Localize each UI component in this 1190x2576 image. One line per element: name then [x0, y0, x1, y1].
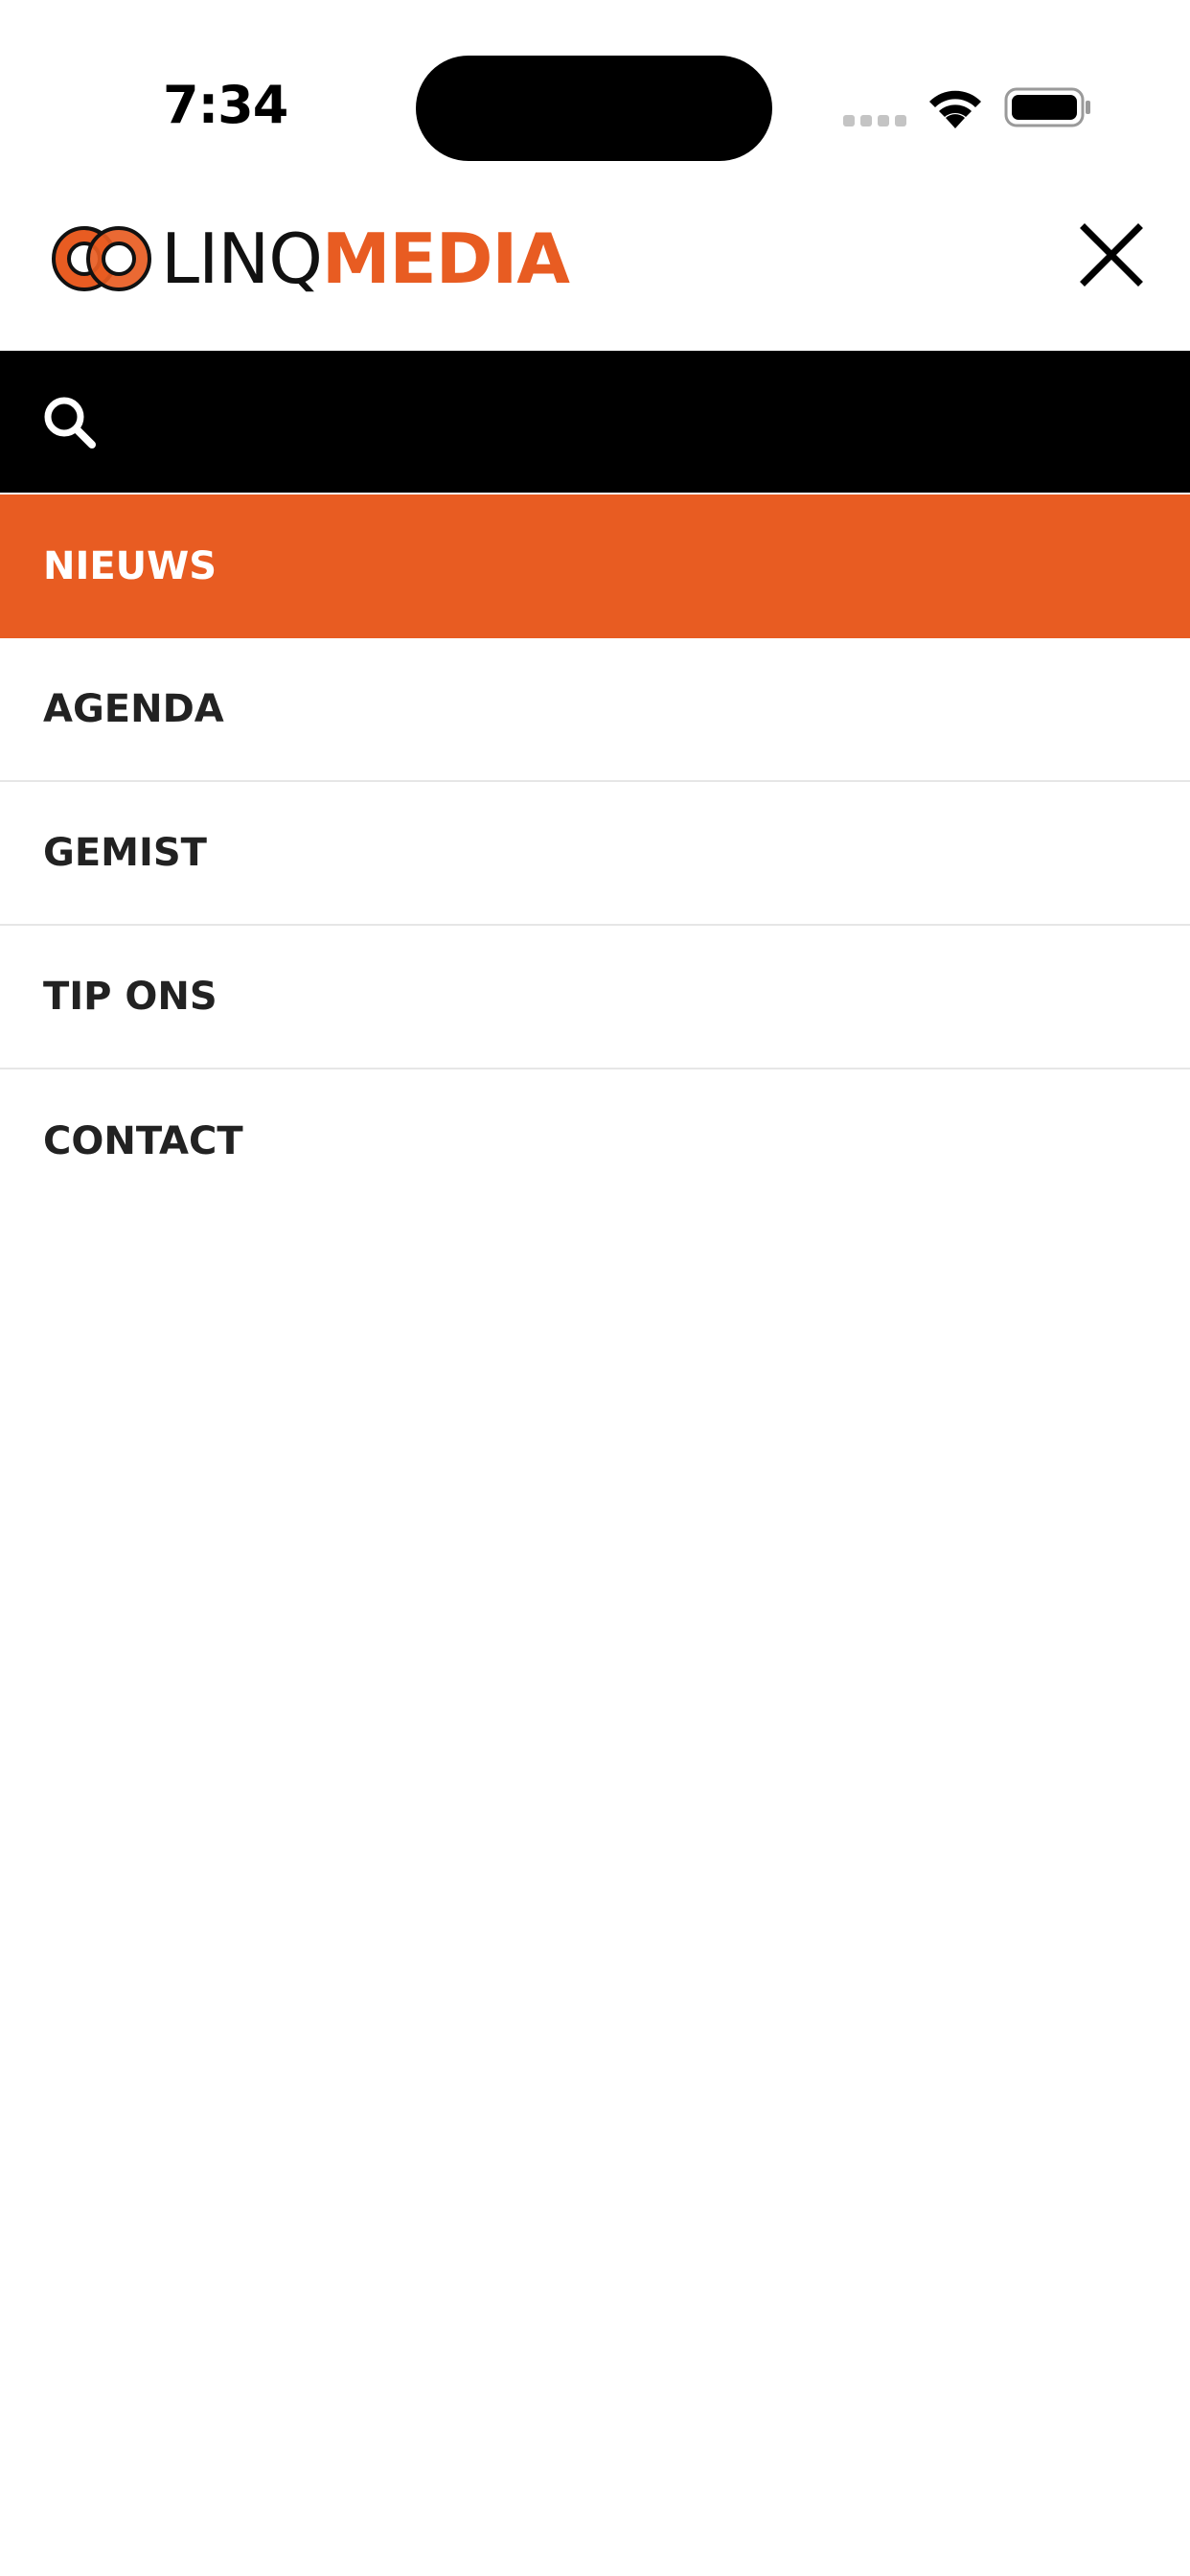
nav-item-label: NIEUWS: [43, 544, 217, 588]
close-icon[interactable]: [1077, 220, 1146, 289]
logo-wordmark: LINQMEDIA: [161, 224, 570, 293]
nav-item-label: GEMIST: [43, 831, 207, 875]
status-time: 7:34: [163, 75, 288, 135]
cellular-signal-icon: [843, 115, 908, 128]
nav-item-label: CONTACT: [43, 1119, 243, 1163]
dynamic-island: [416, 56, 772, 161]
search-input[interactable]: [125, 380, 1163, 466]
nav-item-tip-ons[interactable]: TIP ONS: [0, 926, 1190, 1070]
logo-rings-icon: [52, 226, 151, 291]
linqmedia-logo[interactable]: LINQMEDIA: [50, 211, 570, 307]
battery-icon: [1004, 87, 1090, 127]
nav-item-nieuws[interactable]: NIEUWS: [0, 494, 1190, 638]
wifi-icon: [929, 90, 981, 128]
nav-item-contact[interactable]: CONTACT: [0, 1070, 1190, 1213]
nav-item-gemist[interactable]: GEMIST: [0, 782, 1190, 926]
nav-item-agenda[interactable]: AGENDA: [0, 638, 1190, 782]
nav-menu: NIEUWS AGENDA GEMIST TIP ONS CONTACT: [0, 494, 1190, 1213]
logo-word-linq: LINQ: [161, 218, 323, 299]
nav-item-label: AGENDA: [43, 687, 224, 731]
app-header: LINQMEDIA: [0, 182, 1190, 351]
logo-word-media: MEDIA: [321, 218, 570, 299]
search-bar: [0, 351, 1190, 493]
search-icon[interactable]: [40, 393, 98, 450]
nav-item-label: TIP ONS: [43, 975, 217, 1019]
status-bar: 7:34: [0, 0, 1190, 182]
